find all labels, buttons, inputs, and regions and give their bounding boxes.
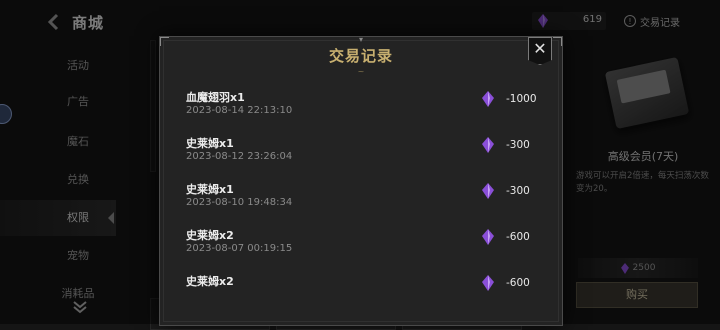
list-item: 史莱姆x1 2023-08-12 23:26:04 -300 bbox=[160, 131, 562, 177]
record-item-name: 血魔翅羽x1 bbox=[186, 91, 245, 104]
ornament-icon: ▾ bbox=[358, 36, 363, 44]
record-time: 2023-08-12 23:26:04 bbox=[186, 151, 293, 162]
record-time: 2023-08-07 00:19:15 bbox=[186, 243, 293, 254]
record-amount: -1000 bbox=[506, 93, 537, 105]
purple-crystal-icon bbox=[482, 91, 494, 107]
list-item: 血魔翅羽x1 2023-08-14 22:13:10 -1000 bbox=[160, 85, 562, 131]
record-time: 2023-08-14 22:13:10 bbox=[186, 105, 293, 116]
record-item-name: 史莱姆x1 bbox=[186, 183, 234, 196]
records-list: 血魔翅羽x1 2023-08-14 22:13:10 -1000 史莱姆x1 2… bbox=[160, 85, 562, 315]
purple-crystal-icon bbox=[482, 275, 494, 291]
list-item: 史莱姆x2 2023-08-07 00:19:15 -600 bbox=[160, 223, 562, 269]
record-amount: -600 bbox=[506, 231, 530, 243]
dialog-title: 交易记录 bbox=[328, 47, 393, 65]
ornament-icon: ~ bbox=[357, 67, 365, 76]
transaction-records-dialog: ▾ 交易记录 ~ ✕ 血魔翅羽x1 2023-08-14 22:13:10 -1… bbox=[159, 36, 563, 326]
record-item-name: 史莱姆x1 bbox=[186, 137, 234, 150]
record-amount: -300 bbox=[506, 185, 530, 197]
list-item: 史莱姆x1 2023-08-10 19:48:34 -300 bbox=[160, 177, 562, 223]
record-amount: -300 bbox=[506, 139, 530, 151]
record-time: 2023-08-10 19:48:34 bbox=[186, 197, 293, 208]
record-item-name: 史莱姆x2 bbox=[186, 229, 234, 242]
purple-crystal-icon bbox=[482, 137, 494, 153]
close-icon[interactable]: ✕ bbox=[528, 37, 552, 65]
purple-crystal-icon bbox=[482, 183, 494, 199]
record-amount: -600 bbox=[506, 277, 530, 289]
purple-crystal-icon bbox=[482, 229, 494, 245]
list-item: 史莱姆x2 -600 bbox=[160, 269, 562, 315]
record-item-name: 史莱姆x2 bbox=[186, 275, 234, 288]
